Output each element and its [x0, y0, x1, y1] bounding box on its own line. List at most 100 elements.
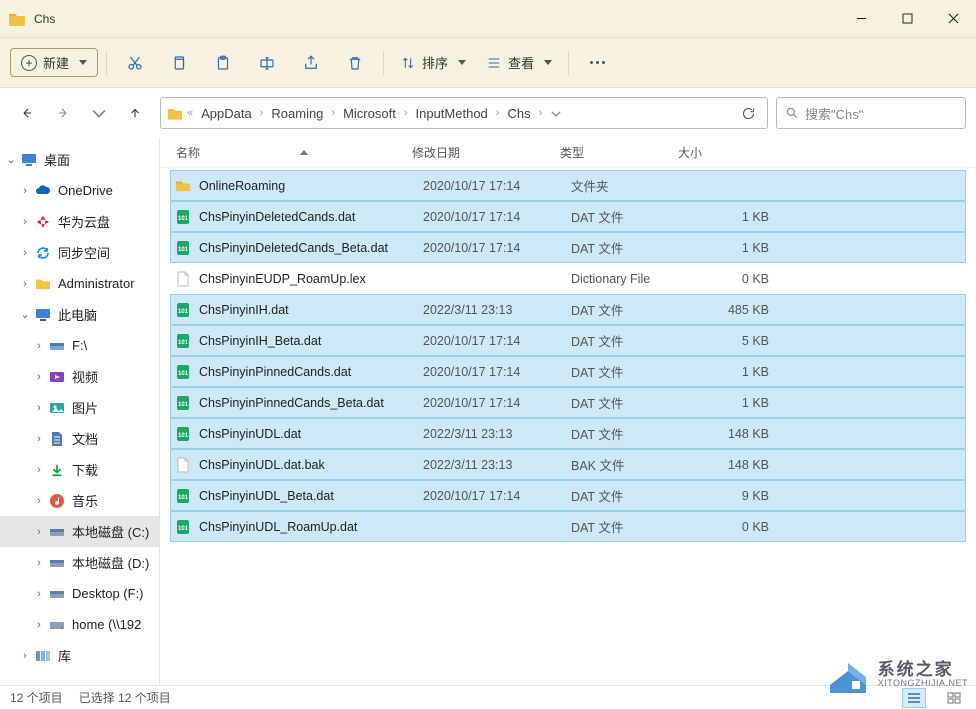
sidebar-item-label: 图片: [72, 398, 98, 417]
expand-icon[interactable]: ›: [32, 340, 46, 352]
sidebar-item[interactable]: ›库: [0, 640, 159, 671]
sidebar-item[interactable]: ›音乐: [0, 485, 159, 516]
file-size: 1 KB: [689, 210, 769, 224]
breadcrumb-seg[interactable]: AppData: [197, 104, 256, 123]
minimize-button[interactable]: [838, 0, 884, 37]
file-row[interactable]: 101ChsPinyinDeletedCands.dat2020/10/17 1…: [170, 201, 966, 232]
expand-icon[interactable]: ›: [18, 185, 32, 197]
search-input[interactable]: 搜索"Chs": [776, 97, 966, 129]
sidebar-item[interactable]: ›华为云盘: [0, 206, 159, 237]
expand-icon[interactable]: ›: [32, 619, 46, 631]
sidebar-item[interactable]: › 下载: [0, 454, 159, 485]
sidebar-item[interactable]: ⌄桌面: [0, 144, 159, 175]
expand-icon[interactable]: ›: [32, 371, 46, 383]
file-row[interactable]: 101ChsPinyinIH_Beta.dat2020/10/17 17:14D…: [170, 325, 966, 356]
new-button[interactable]: + 新建: [10, 48, 98, 77]
col-type[interactable]: 类型: [560, 144, 678, 161]
expand-icon[interactable]: ›: [32, 495, 46, 507]
libraries-icon: [34, 647, 52, 665]
dat-icon: 101: [173, 209, 193, 225]
address-expand[interactable]: [546, 110, 566, 117]
file-size: 0 KB: [689, 272, 769, 286]
file-icon: [173, 271, 193, 287]
file-row[interactable]: ChsPinyinUDL.dat.bak2022/3/11 23:13BAK 文…: [170, 449, 966, 480]
file-date: 2022/3/11 23:13: [423, 303, 571, 317]
file-row[interactable]: 101ChsPinyinUDL_RoamUp.datDAT 文件0 KB: [170, 511, 966, 542]
breadcrumb-seg[interactable]: Roaming: [267, 104, 327, 123]
sidebar-item[interactable]: ›视频: [0, 361, 159, 392]
col-name[interactable]: 名称: [160, 144, 412, 161]
view-button[interactable]: 查看: [478, 49, 560, 76]
status-selected: 已选择 12 个项目: [79, 689, 171, 706]
sidebar-item[interactable]: ›本地磁盘 (D:): [0, 547, 159, 578]
file-row[interactable]: 101ChsPinyinUDL_Beta.dat2020/10/17 17:14…: [170, 480, 966, 511]
file-row[interactable]: OnlineRoaming2020/10/17 17:14文件夹: [170, 170, 966, 201]
forward-button[interactable]: [46, 96, 80, 130]
rename-button[interactable]: [247, 46, 287, 80]
status-count: 12 个项目: [10, 689, 63, 706]
sidebar-item[interactable]: ›home (\\192: [0, 609, 159, 640]
desktop-icon: [20, 151, 38, 169]
expand-icon[interactable]: ›: [32, 588, 46, 600]
col-date[interactable]: 修改日期: [412, 144, 560, 161]
expand-icon[interactable]: ⌄: [4, 153, 18, 166]
sidebar: ⌄桌面›OneDrive›华为云盘›同步空间›Administrator⌄此电脑…: [0, 138, 160, 685]
recent-button[interactable]: [82, 96, 116, 130]
refresh-button[interactable]: [735, 106, 761, 121]
file-type: Dictionary File: [571, 272, 689, 286]
sidebar-item[interactable]: › 图片: [0, 392, 159, 423]
close-button[interactable]: [930, 0, 976, 37]
expand-icon[interactable]: ›: [32, 557, 46, 569]
file-row[interactable]: 101ChsPinyinIH.dat2022/3/11 23:13DAT 文件4…: [170, 294, 966, 325]
file-type: DAT 文件: [571, 393, 689, 412]
sidebar-item[interactable]: ⌄此电脑: [0, 299, 159, 330]
sidebar-item-label: 本地磁盘 (C:): [72, 522, 149, 541]
expand-icon[interactable]: ⌄: [18, 308, 32, 321]
file-type: DAT 文件: [571, 362, 689, 381]
toolbar: + 新建 排序 查看: [0, 38, 976, 88]
file-row[interactable]: 101ChsPinyinPinnedCands_Beta.dat2020/10/…: [170, 387, 966, 418]
watermark-logo-icon: [824, 655, 872, 695]
sidebar-item[interactable]: ›同步空间: [0, 237, 159, 268]
file-name: ChsPinyinUDL.dat: [199, 427, 423, 441]
address-bar[interactable]: « AppData› Roaming› Microsoft› InputMeth…: [160, 97, 768, 129]
folder-icon: [8, 11, 26, 26]
expand-icon[interactable]: ›: [18, 216, 32, 228]
more-button[interactable]: [577, 46, 617, 80]
sidebar-item[interactable]: › 本地磁盘 (C:): [0, 516, 159, 547]
expand-icon[interactable]: ›: [18, 247, 32, 259]
expand-icon[interactable]: ›: [32, 464, 46, 476]
expand-icon[interactable]: ›: [32, 433, 46, 445]
sidebar-item-label: 下载: [72, 460, 98, 479]
file-type: DAT 文件: [571, 517, 689, 536]
cut-button[interactable]: [115, 46, 155, 80]
sidebar-item[interactable]: ›OneDrive: [0, 175, 159, 206]
up-button[interactable]: [118, 96, 152, 130]
sidebar-item[interactable]: ›Desktop (F:): [0, 578, 159, 609]
breadcrumb-seg[interactable]: Chs: [503, 104, 534, 123]
file-row[interactable]: 101ChsPinyinPinnedCands.dat2020/10/17 17…: [170, 356, 966, 387]
back-button[interactable]: [10, 96, 44, 130]
expand-icon[interactable]: ›: [18, 650, 32, 662]
onedrive-icon: [34, 182, 52, 200]
expand-icon[interactable]: ›: [32, 526, 46, 538]
col-size[interactable]: 大小: [678, 144, 768, 161]
file-row[interactable]: 101ChsPinyinUDL.dat2022/3/11 23:13DAT 文件…: [170, 418, 966, 449]
sort-button[interactable]: 排序: [392, 49, 474, 76]
breadcrumb-seg[interactable]: Microsoft: [339, 104, 400, 123]
maximize-button[interactable]: [884, 0, 930, 37]
file-row[interactable]: ChsPinyinEUDP_RoamUp.lexDictionary File0…: [170, 263, 966, 294]
copy-button[interactable]: [159, 46, 199, 80]
sidebar-item[interactable]: ›Administrator: [0, 268, 159, 299]
paste-button[interactable]: [203, 46, 243, 80]
expand-icon[interactable]: ›: [32, 402, 46, 414]
expand-icon[interactable]: ›: [18, 278, 32, 290]
sidebar-item[interactable]: ›F:\: [0, 330, 159, 361]
delete-button[interactable]: [335, 46, 375, 80]
file-row[interactable]: 101ChsPinyinDeletedCands_Beta.dat2020/10…: [170, 232, 966, 263]
share-button[interactable]: [291, 46, 331, 80]
file-type: 文件夹: [571, 176, 689, 195]
sidebar-item[interactable]: ›文档: [0, 423, 159, 454]
watermark-en: XITONGZHIJIA.NET: [878, 679, 968, 689]
breadcrumb-seg[interactable]: InputMethod: [412, 104, 492, 123]
